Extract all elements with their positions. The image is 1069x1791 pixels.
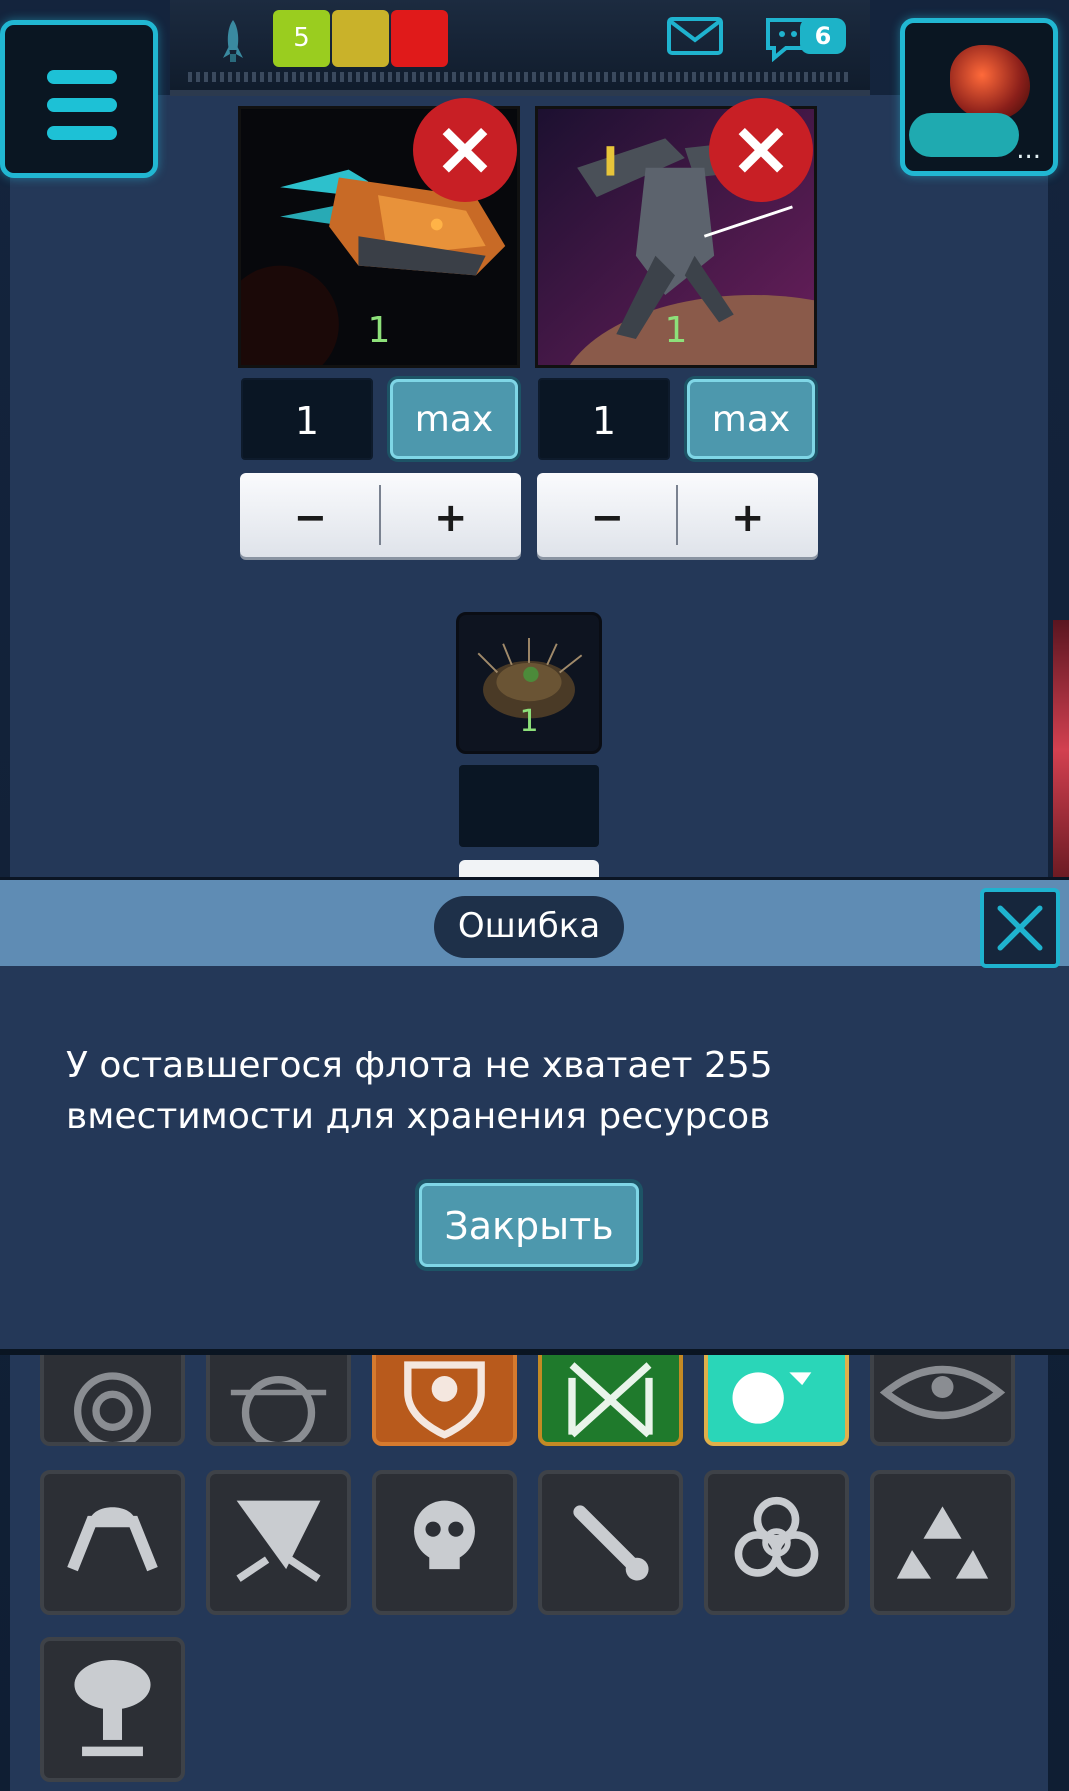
color-chip-yellow[interactable] bbox=[332, 10, 389, 67]
topbar-decoration bbox=[188, 72, 852, 82]
player-name: ... bbox=[1016, 135, 1041, 165]
cargo-card[interactable]: 1 bbox=[456, 612, 602, 754]
ability-button[interactable] bbox=[40, 1637, 185, 1782]
skull-icon bbox=[414, 1500, 475, 1570]
max-button[interactable]: max bbox=[390, 379, 518, 459]
lander-icon bbox=[67, 1507, 158, 1572]
increment-button[interactable]: + bbox=[678, 473, 819, 557]
hamburger-icon bbox=[47, 70, 117, 154]
chat-count-badge: 6 bbox=[800, 18, 846, 54]
ability-button[interactable] bbox=[40, 1470, 185, 1615]
decrement-button[interactable]: − bbox=[537, 473, 678, 557]
dialog-message: У оставшегося флота не хватает 255 вмест… bbox=[66, 1045, 773, 1137]
cargo-quantity-input[interactable] bbox=[459, 765, 599, 847]
biohazard-icon bbox=[734, 1496, 819, 1577]
remove-ship-button[interactable]: × bbox=[413, 98, 517, 202]
quantity-stepper: − + bbox=[240, 473, 521, 557]
remove-ship-button[interactable]: × bbox=[709, 98, 813, 202]
close-icon[interactable] bbox=[980, 888, 1060, 968]
ability-button[interactable] bbox=[870, 1470, 1015, 1615]
meteor-icon bbox=[573, 1505, 649, 1581]
ship-count: 1 bbox=[367, 310, 391, 351]
max-button[interactable]: max bbox=[687, 379, 815, 459]
ability-button[interactable] bbox=[372, 1470, 517, 1615]
cargo-count: 1 bbox=[519, 704, 539, 739]
mail-icon[interactable] bbox=[667, 16, 723, 56]
decrement-button[interactable]: − bbox=[240, 473, 381, 557]
ship-count: 1 bbox=[664, 310, 688, 351]
quantity-stepper: − + bbox=[537, 473, 818, 557]
nuke-icon bbox=[74, 1660, 151, 1757]
quantity-input[interactable]: 1 bbox=[538, 378, 670, 460]
avatar-image bbox=[950, 45, 1030, 120]
player-avatar[interactable]: ... bbox=[900, 18, 1058, 176]
menu-button[interactable] bbox=[0, 20, 158, 178]
ability-button[interactable] bbox=[704, 1470, 849, 1615]
ability-button[interactable] bbox=[206, 1470, 351, 1615]
error-dialog: Ошибка У оставшегося флота не хватает 25… bbox=[0, 877, 1069, 1355]
color-chip-red[interactable] bbox=[391, 10, 448, 67]
increment-button[interactable]: + bbox=[381, 473, 522, 557]
color-chip-green[interactable]: 5 bbox=[273, 10, 330, 67]
dialog-title: Ошибка bbox=[434, 896, 624, 958]
avatar-name-redacted bbox=[909, 113, 1019, 157]
ability-button[interactable] bbox=[538, 1470, 683, 1615]
recycle-icon bbox=[896, 1506, 989, 1579]
quantity-input[interactable]: 1 bbox=[241, 378, 373, 460]
side-artwork bbox=[1053, 620, 1069, 880]
rocket-icon[interactable] bbox=[220, 18, 246, 64]
blast-icon bbox=[236, 1500, 321, 1582]
close-dialog-button[interactable]: Закрыть bbox=[419, 1183, 639, 1267]
